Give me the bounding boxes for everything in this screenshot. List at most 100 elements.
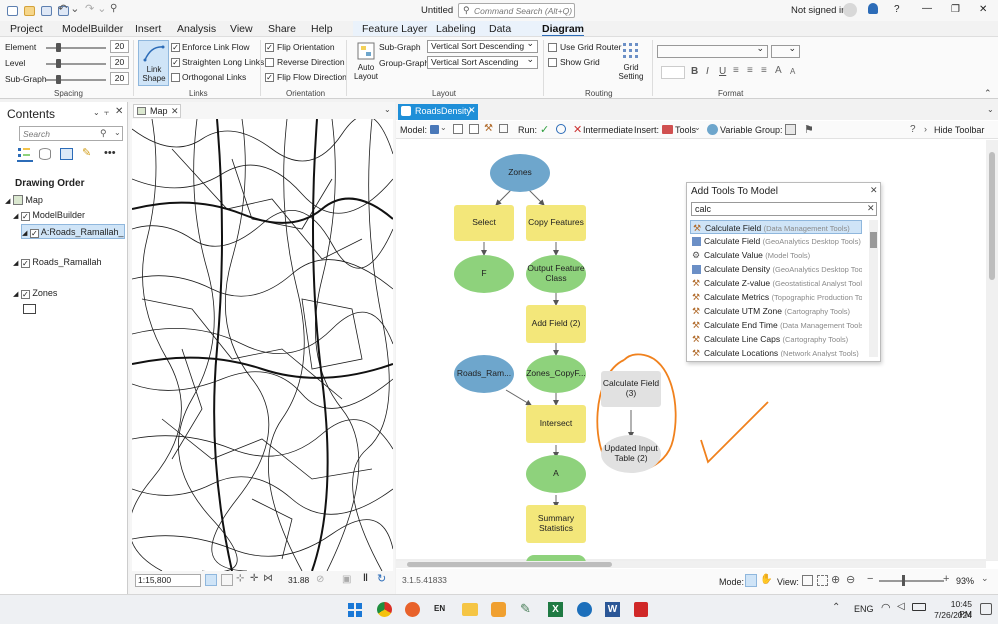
collapse-ribbon-icon[interactable]: ⌃	[984, 88, 992, 99]
horizontal-scroll-thumb[interactable]	[407, 562, 612, 567]
hide-toolbar-button[interactable]: Hide Toolbar	[934, 125, 984, 135]
tree-item-roads-intersect[interactable]: ◢ ✓ A:Roads_Ramallah_Int...	[21, 224, 125, 239]
subgraph-slider[interactable]	[46, 79, 106, 81]
save-options-icon[interactable]: ⌄	[440, 123, 447, 132]
zoom-in-icon[interactable]: ⊕	[831, 573, 840, 586]
subgraph-slider-handle[interactable]	[56, 75, 61, 84]
refresh-icon[interactable]: ↻	[377, 572, 386, 585]
element-value[interactable]: 20	[110, 40, 129, 53]
node-calculate-field[interactable]: Calculate Field (3)	[601, 371, 661, 407]
help-icon[interactable]: ?	[910, 124, 916, 135]
tool-result-item[interactable]: ⚒ Calculate Field (Data Management Tools)	[690, 220, 862, 234]
list-by-source-icon[interactable]	[39, 148, 51, 160]
excel-icon[interactable]: X	[548, 602, 563, 617]
model-tab[interactable]: RoadsDensity ✕	[398, 104, 478, 120]
node-summary-statistics[interactable]: Summary Statistics	[526, 505, 586, 543]
search-icon[interactable]: ⚲	[100, 128, 107, 139]
level-slider[interactable]	[46, 63, 106, 65]
align-left-icon[interactable]: ≡	[733, 65, 739, 76]
straighten-long-links-checkbox[interactable]: ✓	[171, 58, 180, 67]
level-value[interactable]: 20	[110, 56, 129, 69]
map-tab[interactable]: Map ✕	[133, 104, 181, 118]
command-search-box[interactable]: ⚲ Command Search (Alt+Q)	[458, 3, 575, 18]
tab-feature-layer[interactable]: Feature Layer	[362, 23, 427, 37]
font-size-select[interactable]	[771, 43, 800, 58]
element-slider[interactable]	[46, 47, 106, 49]
close-tab-icon[interactable]: ✕	[171, 106, 179, 117]
subgraph-value[interactable]: 20	[110, 72, 129, 85]
intermediate-button[interactable]: Intermediate	[583, 125, 633, 135]
node-copy-features[interactable]: Copy Features	[526, 205, 586, 241]
tools-dropdown-icon[interactable]: ⌄	[694, 123, 701, 132]
battery-icon[interactable]	[912, 603, 926, 611]
tool-result-item[interactable]: ⚒ Calculate Locations (Network Analyst To…	[690, 346, 862, 357]
zoom-slider-handle[interactable]	[902, 575, 905, 586]
font-family-select[interactable]	[657, 43, 768, 58]
tool-search-input[interactable]: calc ✕	[691, 202, 877, 216]
validate-icon[interactable]	[453, 124, 463, 134]
groupgraph-sort-select[interactable]: Vertical Sort Ascending	[427, 54, 538, 69]
tools-dropdown[interactable]: Tools	[675, 125, 696, 135]
full-extent-icon[interactable]	[817, 575, 828, 586]
node-zones-copy[interactable]: Zones_CopyF...	[526, 355, 586, 393]
flip-orientation-checkbox[interactable]: ✓	[265, 43, 274, 52]
input-language[interactable]: ENG	[854, 604, 874, 614]
vertical-scrollbar[interactable]	[986, 140, 998, 560]
align-center-icon[interactable]: ≡	[747, 65, 753, 76]
map-scale-select[interactable]: 1:15,800	[135, 574, 201, 587]
node-updated-input-table[interactable]: Updated Input Table (2)	[601, 435, 661, 473]
redo-icon[interactable]: ↷ ⌄	[85, 2, 107, 15]
tab-analysis[interactable]: Analysis	[177, 23, 216, 37]
variable-button[interactable]: Variable	[720, 125, 752, 135]
underline-button[interactable]: U	[719, 66, 726, 77]
tool-result-item[interactable]: ⚒ Calculate Metrics (Topographic Producti…	[690, 290, 862, 304]
pin-icon[interactable]: ⫟	[104, 107, 109, 118]
tab-list-icon[interactable]: ⌄	[987, 105, 994, 114]
horizontal-scrollbar[interactable]	[396, 561, 986, 568]
popup-scroll-thumb[interactable]	[870, 232, 877, 248]
bold-button[interactable]: B	[691, 66, 698, 77]
select-mode-icon[interactable]	[745, 574, 757, 587]
tool-result-item[interactable]: ⚒ Calculate Z-value (Geostatistical Analy…	[690, 276, 862, 290]
tool-result-item[interactable]: Calculate Density (GeoAnalytics Desktop …	[690, 262, 862, 276]
open-project-icon[interactable]	[24, 6, 35, 16]
node-select[interactable]: Select	[454, 205, 514, 241]
tab-list-icon[interactable]: ⌄	[384, 105, 391, 114]
close-pane-icon[interactable]: ✕	[115, 106, 123, 117]
tab-data[interactable]: Data	[489, 23, 511, 37]
link-shape-button[interactable]: Link Shape	[138, 40, 169, 86]
map-grid-icon[interactable]	[221, 574, 233, 586]
clock-date[interactable]: 7/26/2024	[931, 610, 972, 620]
photos-icon[interactable]	[491, 602, 506, 617]
tray-overflow-icon[interactable]: ⌃	[832, 602, 840, 613]
vertical-scroll-thumb[interactable]	[989, 152, 995, 280]
tab-help[interactable]: Help	[311, 23, 333, 37]
zoom-options-icon[interactable]: ⌄	[981, 573, 989, 584]
navigate-icon[interactable]: ✛	[250, 573, 258, 584]
list-by-drawing-order-icon[interactable]	[17, 146, 33, 162]
font-grow-icon[interactable]: A	[775, 65, 782, 76]
level-slider-handle[interactable]	[56, 59, 61, 68]
node-intersect[interactable]: Intersect	[526, 405, 586, 443]
node-output-feature-class[interactable]: Output Feature Class	[526, 255, 586, 293]
orthogonal-links-checkbox[interactable]	[171, 73, 180, 82]
acrobat-icon[interactable]	[634, 602, 648, 617]
zoom-slider[interactable]	[879, 580, 944, 582]
flip-flow-direction-checkbox[interactable]: ✓	[265, 73, 274, 82]
wifi-icon[interactable]: ◠	[881, 601, 891, 614]
fit-to-window-icon[interactable]	[802, 575, 813, 586]
italic-button[interactable]: I	[706, 66, 709, 77]
fill-color-picker[interactable]	[661, 66, 685, 79]
node-f[interactable]: F	[454, 255, 514, 293]
clear-search-icon[interactable]: ✕	[867, 203, 875, 214]
start-icon[interactable]	[348, 603, 362, 617]
list-by-selection-icon[interactable]	[60, 148, 73, 160]
properties-icon[interactable]	[469, 124, 479, 134]
enforce-link-flow-checkbox[interactable]: ✓	[171, 43, 180, 52]
node-zones[interactable]: Zones	[490, 154, 550, 192]
node-a[interactable]: A	[526, 455, 586, 493]
tab-diagram[interactable]: Diagram	[542, 23, 585, 37]
more-options-icon[interactable]: •••	[104, 147, 116, 159]
node-add-field[interactable]: Add Field (2)	[526, 305, 586, 343]
arcgis-pro-icon[interactable]	[577, 602, 592, 617]
